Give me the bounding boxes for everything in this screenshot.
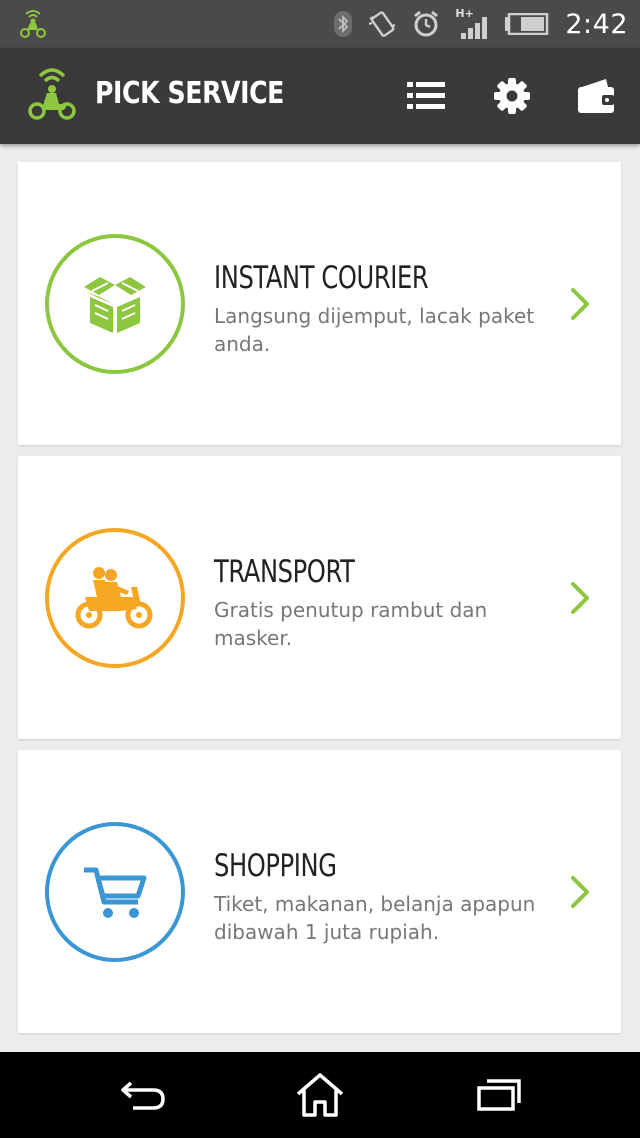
home-button[interactable] [295,1072,345,1118]
wallet-icon [578,79,614,113]
service-card-transport[interactable]: TRANSPORT Gratis penutup rambut dan mask… [18,456,621,739]
page-title: PICK SERVICE [95,76,284,111]
battery-icon [505,13,549,35]
shopping-cart-icon [84,867,147,918]
action-bar: PICK SERVICE [0,48,640,144]
recent-apps-button[interactable] [474,1072,524,1118]
back-icon [121,1081,165,1110]
service-description: Gratis penutup rambut dan masker. [214,598,488,650]
home-icon [296,1073,344,1117]
gear-icon [494,78,530,114]
service-name: TRANSPORT [214,554,355,590]
recent-apps-icon [477,1079,521,1111]
service-card-instant-courier[interactable]: INSTANT COURIER Langsung dijemput, lacak… [18,162,621,445]
clock: 2:42 [565,8,628,40]
service-icon-circle [45,528,185,668]
status-icons: H+ 2:42 [333,0,628,48]
back-button[interactable] [118,1072,168,1118]
list-icon [407,82,445,109]
package-box-icon [84,277,146,333]
service-name: INSTANT COURIER [214,260,429,296]
list-button[interactable] [404,74,448,118]
wallet-button[interactable] [574,74,618,118]
signal-icon: H+ [455,7,491,39]
settings-button[interactable] [490,74,534,118]
chevron-right-icon [571,288,589,320]
chevron-right-icon [571,876,589,908]
service-name: SHOPPING [214,848,337,884]
chevron-right-icon [571,582,589,614]
gojek-logo [26,64,78,122]
service-card-shopping[interactable]: SHOPPING Tiket, makanan, belanja apapun … [18,750,621,1033]
service-description: Tiket, makanan, belanja apapun dibawah 1… [214,892,536,944]
status-bar: H+ 2:42 [0,0,640,48]
service-icon-circle [45,822,185,962]
vibrate-icon [369,11,396,37]
motorbike-riders-icon [75,567,153,629]
system-nav-bar [0,1052,640,1138]
alarm-icon [414,10,439,37]
bluetooth-icon [334,11,353,37]
service-description: Langsung dijemput, lacak paket anda. [214,304,535,356]
service-list: INSTANT COURIER Langsung dijemput, lacak… [0,144,640,1052]
gojek-notification-icon [16,8,50,40]
service-icon-circle [45,234,185,374]
